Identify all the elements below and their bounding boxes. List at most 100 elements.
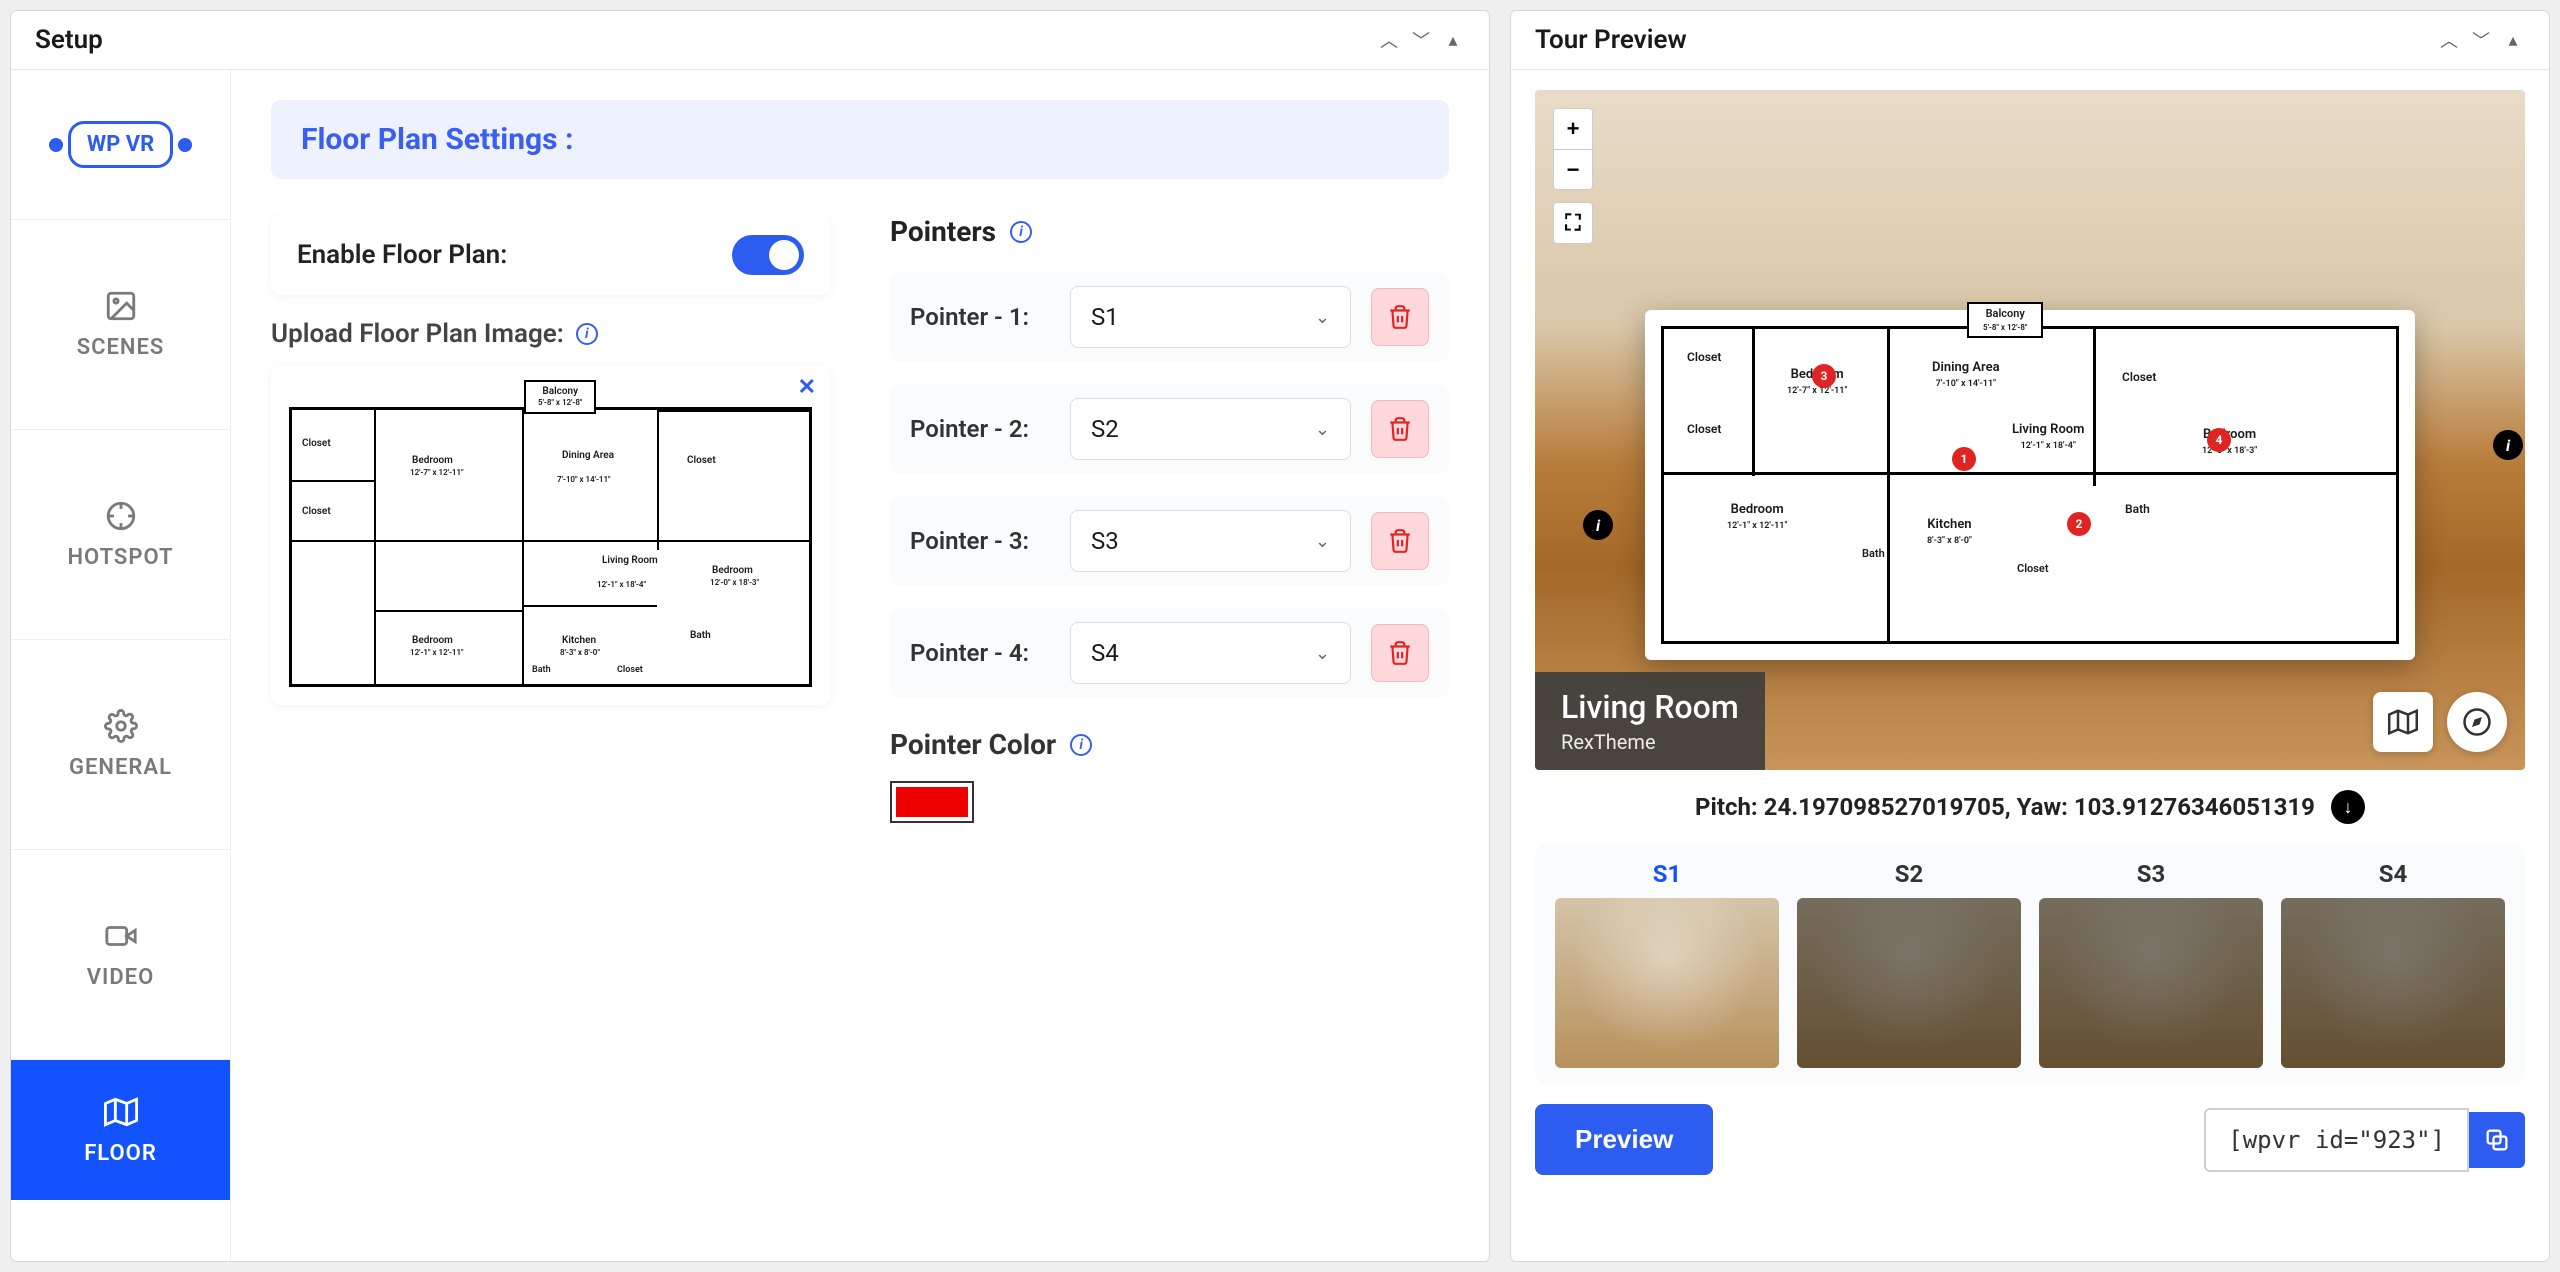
image-icon <box>104 289 138 323</box>
room-closet-3: Closet <box>687 455 716 466</box>
pointers-label: Pointers <box>890 215 996 248</box>
room-bath-1: Bath <box>690 630 711 641</box>
hotspot-info-left[interactable]: i <box>1583 510 1613 540</box>
crosshair-icon <box>104 499 138 533</box>
scene-thumbnails: S1 S2 S3 S4 <box>1535 844 2525 1084</box>
gear-icon <box>104 709 138 743</box>
scene-thumb-s4[interactable]: S4 <box>2281 860 2505 1068</box>
ov-dining: Dining Area7'-10" x 14'-11" <box>1932 360 2000 390</box>
copy-shortcode-button[interactable] <box>2469 1112 2525 1168</box>
pointer-dot-2[interactable]: 2 <box>2067 512 2091 536</box>
room-bedroom-1-dim: 12'-7" x 12'-11" <box>410 468 464 477</box>
floorplan-thumbnail: Closet Closet Bedroom 12'-7" x 12'-11" D… <box>289 407 812 687</box>
scene-thumb-s2[interactable]: S2 <box>1797 860 2021 1068</box>
scene-thumb-image <box>1797 898 2021 1068</box>
scene-thumb-s1[interactable]: S1 <box>1555 860 1779 1068</box>
pointer-select-4[interactable]: S4⌄ <box>1070 622 1351 684</box>
map-icon <box>104 1095 138 1129</box>
upload-label: Upload Floor Plan Image: <box>271 319 564 349</box>
sidebar-item-hotspot[interactable]: HOTSPOT <box>11 430 230 640</box>
scene-thumb-image <box>1555 898 1779 1068</box>
pointer-dot-1[interactable]: 1 <box>1952 447 1976 471</box>
sidebar-item-general[interactable]: GENERAL <box>11 640 230 850</box>
pointer-row-4: Pointer - 4: S4⌄ <box>890 608 1449 698</box>
collapse-icon[interactable]: ▴ <box>1441 28 1465 52</box>
scene-thumb-s3[interactable]: S3 <box>2039 860 2263 1068</box>
enable-toggle[interactable] <box>732 235 804 275</box>
preview-button[interactable]: Preview <box>1535 1104 1713 1175</box>
settings-heading: Floor Plan Settings : <box>301 122 1419 157</box>
info-icon[interactable]: i <box>1010 221 1032 243</box>
scene-thumb-label: S2 <box>1895 860 1924 888</box>
pointer-delete-1[interactable] <box>1371 288 1429 346</box>
preview-title: Tour Preview <box>1535 25 1687 55</box>
ov-closet-3: Closet <box>2122 370 2156 384</box>
pointer-dot-3[interactable]: 3 <box>1812 364 1836 388</box>
compass-button[interactable] <box>2447 692 2507 752</box>
ov-living: Living Room12'-1" x 18'-4" <box>2012 422 2084 452</box>
info-icon[interactable]: i <box>576 323 598 345</box>
ov-bedroom-3: Bedroom12'-1" x 12'-11" <box>1727 502 1787 532</box>
remove-image-icon[interactable]: ✕ <box>798 375 816 400</box>
pointer-label-1: Pointer - 1: <box>910 303 1050 331</box>
room-kitchen-dim: 8'-3" x 8'-0" <box>560 648 600 657</box>
sidebar-item-video[interactable]: VIDEO <box>11 850 230 1060</box>
chevron-up-icon[interactable]: ︿ <box>2437 28 2461 52</box>
ov-bath-2: Bath <box>1862 547 1885 560</box>
zoom-out-button[interactable]: − <box>1554 149 1592 189</box>
map-toggle-button[interactable] <box>2373 692 2433 752</box>
room-dining-dim: 7'-10" x 14'-11" <box>557 475 611 484</box>
sidebar-label-floor: FLOOR <box>84 1141 157 1166</box>
ov-closet-4: Closet <box>2017 562 2049 575</box>
pointer-delete-2[interactable] <box>1371 400 1429 458</box>
room-dining: Dining Area <box>562 450 614 461</box>
ov-closet-1: Closet <box>1687 350 1721 364</box>
room-living-dim: 12'-1" x 18'-4" <box>597 580 646 589</box>
floorplan-overlay[interactable]: Closet Closet Bedroom12'-7" x 12'-11" Di… <box>1645 310 2415 660</box>
sidebar-label-video: VIDEO <box>87 965 155 990</box>
ov-closet-2: Closet <box>1687 422 1721 436</box>
sidebar-label-general: GENERAL <box>69 755 172 780</box>
info-icon[interactable]: i <box>1070 734 1092 756</box>
chevron-down-icon[interactable]: ﹀ <box>2469 28 2493 52</box>
pointer-select-3[interactable]: S3⌄ <box>1070 510 1351 572</box>
pointer-dot-4[interactable]: 4 <box>2207 428 2231 452</box>
pointer-delete-4[interactable] <box>1371 624 1429 682</box>
room-balcony: Balcony5'-8" x 12'-8" <box>524 380 596 414</box>
room-bedroom-2: Bedroom <box>712 565 753 576</box>
room-closet-2: Closet <box>302 506 331 517</box>
pointer-label-2: Pointer - 2: <box>910 415 1050 443</box>
tour-viewer[interactable]: + − ⛶ i i Closet Closet Bedroom12'-7" x … <box>1535 90 2525 770</box>
chevron-up-icon[interactable]: ︿ <box>1377 28 1401 52</box>
scene-thumb-label: S3 <box>2137 860 2166 888</box>
zoom-in-button[interactable]: + <box>1554 109 1592 149</box>
pointer-color-label: Pointer Color <box>890 728 1056 761</box>
copy-coords-button[interactable]: ↓ <box>2331 790 2365 824</box>
chevron-down-icon: ⌄ <box>1315 307 1330 328</box>
sidebar-label-scenes: SCENES <box>77 335 165 360</box>
pointer-select-2[interactable]: S2⌄ <box>1070 398 1351 460</box>
collapse-icon[interactable]: ▴ <box>2501 28 2525 52</box>
sidebar-item-floor[interactable]: FLOOR <box>11 1060 230 1200</box>
room-closet-4: Closet <box>617 665 643 675</box>
chevron-down-icon: ⌄ <box>1315 419 1330 440</box>
pointer-color-input[interactable] <box>890 781 974 823</box>
ov-balcony: Balcony5'-8" x 12'-8" <box>1967 302 2043 338</box>
room-bedroom-1: Bedroom <box>412 455 453 466</box>
sidebar-item-scenes[interactable]: SCENES <box>11 220 230 430</box>
scene-thumb-image <box>2039 898 2263 1068</box>
sidebar-label-hotspot: HOTSPOT <box>67 545 173 570</box>
pointer-select-1[interactable]: S1⌄ <box>1070 286 1351 348</box>
room-bedroom-2-dim: 12'-0" x 18'-3" <box>710 578 759 587</box>
scene-thumb-label: S4 <box>2379 860 2408 888</box>
hotspot-info-right[interactable]: i <box>2493 430 2523 460</box>
room-bedroom-3: Bedroom <box>412 635 453 646</box>
pointer-delete-3[interactable] <box>1371 512 1429 570</box>
enable-label: Enable Floor Plan: <box>297 240 507 270</box>
chevron-down-icon[interactable]: ﹀ <box>1409 28 1433 52</box>
logo-text: WP VR <box>68 121 173 168</box>
ov-kitchen: Kitchen8'-3" x 8'-0" <box>1927 517 1972 547</box>
shortcode-text: [wpvr id="923"] <box>2204 1108 2469 1172</box>
fullscreen-button[interactable]: ⛶ <box>1554 203 1592 243</box>
room-living: Living Room <box>602 555 658 566</box>
